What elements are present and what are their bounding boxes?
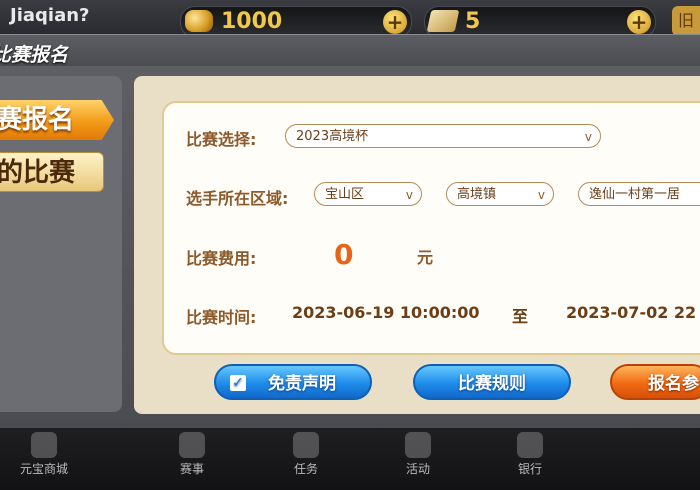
checkbox-checked-icon[interactable]: ✓: [230, 375, 246, 391]
nav-tasks-label: 任务: [293, 462, 318, 476]
nav-activity-label: 活动: [405, 462, 430, 476]
fee-label: 比赛费用:: [186, 249, 257, 268]
card-value: 5: [465, 9, 481, 34]
nav-bank[interactable]: 银行: [490, 430, 570, 486]
activity-icon: [405, 432, 431, 458]
add-card-button[interactable]: +: [627, 10, 651, 34]
tab-signup[interactable]: 赛报名: [0, 100, 114, 140]
gold-value: 1000: [221, 9, 283, 34]
village-value: 逸仙一村第一居: [589, 187, 681, 202]
shop-icon: [31, 432, 57, 458]
time-label: 比赛时间:: [186, 308, 257, 327]
match-select[interactable]: 2023高境杯 v: [285, 124, 601, 148]
region-label: 选手所在区域:: [186, 189, 289, 208]
district-value: 宝山区: [325, 187, 365, 202]
user-name: Jiaqian?: [10, 5, 90, 26]
time-end: 2023-07-02 22: [566, 303, 697, 322]
disclaimer-button[interactable]: ✓ 免责声明: [214, 364, 372, 400]
trophy-icon: [179, 432, 205, 458]
nav-shop-label: 元宝商城: [19, 462, 68, 476]
tab-my-matches[interactable]: 的比赛: [0, 152, 104, 192]
match-select-value: 2023高境杯: [296, 129, 369, 144]
district-select[interactable]: 宝山区 v: [314, 182, 422, 206]
chevron-down-icon: v: [537, 188, 545, 202]
gold-icon: [185, 10, 213, 32]
village-select[interactable]: 逸仙一村第一居: [578, 182, 700, 206]
time-separator: 至: [512, 307, 529, 326]
signup-button[interactable]: 报名参: [610, 364, 700, 400]
room-card-icon: [426, 10, 460, 32]
nav-activity[interactable]: 活动: [378, 430, 458, 486]
nav-bank-label: 银行: [517, 462, 542, 476]
top-right-button[interactable]: 旧: [672, 6, 700, 36]
task-icon: [293, 432, 319, 458]
nav-shop[interactable]: 元宝商城: [4, 430, 84, 486]
add-gold-button[interactable]: +: [383, 10, 407, 34]
fee-value: 0: [334, 238, 354, 271]
town-select[interactable]: 高境镇 v: [446, 182, 554, 206]
match-select-label: 比赛选择:: [186, 130, 257, 149]
nav-events[interactable]: 赛事: [152, 430, 232, 486]
bank-icon: [517, 432, 543, 458]
nav-events-label: 赛事: [179, 462, 204, 476]
fee-unit: 元: [417, 248, 434, 267]
time-start: 2023-06-19 10:00:00: [292, 303, 480, 322]
town-value: 高境镇: [457, 187, 497, 202]
bottom-nav-bar: [0, 428, 700, 490]
rules-button[interactable]: 比赛规则: [413, 364, 571, 400]
chevron-down-icon: v: [584, 130, 592, 144]
chevron-down-icon: v: [405, 188, 413, 202]
window-title: 比赛报名: [0, 44, 69, 66]
disclaimer-label: 免责声明: [268, 374, 336, 394]
nav-tasks[interactable]: 任务: [266, 430, 346, 486]
